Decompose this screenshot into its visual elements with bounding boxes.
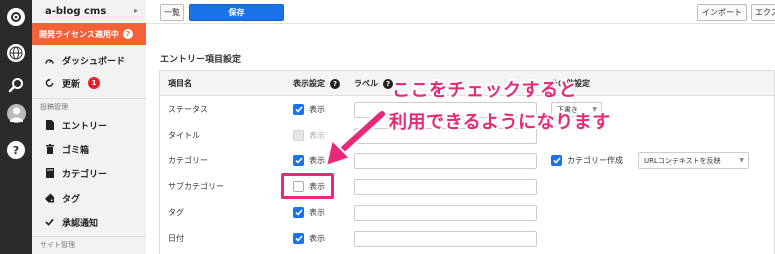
row-name: タイトル bbox=[168, 130, 200, 140]
sidebar-brand[interactable]: a-blog cms ▸ bbox=[32, 0, 146, 23]
trash-icon bbox=[45, 144, 54, 154]
import-button[interactable]: インポート bbox=[697, 4, 747, 21]
col-header-label-label: ラベル bbox=[354, 79, 378, 88]
display-checkbox[interactable] bbox=[293, 103, 304, 115]
row-name: サブカテゴリー bbox=[168, 181, 224, 191]
table-row: カテゴリー 表示 カテゴリー作成 URLコンテキストを反映 ▼ bbox=[160, 147, 774, 173]
brand-name: a-blog cms bbox=[45, 6, 107, 17]
sidebar-item-entry[interactable]: エントリー bbox=[32, 114, 146, 136]
sidebar-item-label: ダッシュボード bbox=[62, 56, 126, 67]
sidebar-item-tag[interactable]: タグ bbox=[32, 187, 146, 209]
display-text: 表示 bbox=[309, 233, 325, 243]
sidebar: a-blog cms ▸ 開発ライセンス適用中 ? ダッシュボード 更新 1 投… bbox=[32, 0, 146, 254]
icon-rail: ? bbox=[0, 0, 32, 254]
category-create-option[interactable]: カテゴリー作成 bbox=[551, 147, 623, 173]
list-button[interactable]: 一覧 bbox=[160, 4, 184, 21]
annotation-highlight-box bbox=[281, 173, 334, 199]
tag-icon bbox=[45, 193, 54, 203]
row-name: タグ bbox=[168, 207, 184, 217]
display-checkbox bbox=[293, 129, 304, 141]
update-count-badge: 1 bbox=[88, 77, 101, 89]
search-icon[interactable] bbox=[7, 76, 25, 94]
display-checkbox[interactable] bbox=[293, 154, 304, 166]
annotation-text-line1: ここをチェックすると bbox=[392, 80, 577, 101]
document-icon bbox=[45, 120, 54, 130]
sidebar-item-label: エントリー bbox=[62, 121, 108, 132]
annotation-text-line2: 利用できるようになります bbox=[389, 112, 611, 133]
annotation-arrow-icon bbox=[325, 108, 388, 167]
save-button[interactable]: 保存 bbox=[189, 4, 284, 21]
sidebar-item-category[interactable]: カテゴリー bbox=[32, 162, 146, 184]
dashboard-icon bbox=[45, 55, 54, 65]
display-text: 表示 bbox=[309, 207, 325, 217]
section-header-posts: 投稿管理 bbox=[32, 98, 146, 114]
sidebar-item-label: タグ bbox=[62, 194, 81, 205]
sidebar-item-update[interactable]: 更新 1 bbox=[32, 72, 146, 94]
toolbar: 一覧 保存 インポート エクス bbox=[146, 0, 775, 24]
label-input[interactable] bbox=[354, 231, 537, 247]
col-header-name: 項目名 bbox=[168, 71, 192, 96]
section-title: エントリー項目設定 bbox=[160, 55, 242, 65]
sidebar-item-label: カテゴリー bbox=[62, 169, 108, 180]
display-checkbox[interactable] bbox=[293, 232, 304, 244]
row-name: 日付 bbox=[168, 233, 184, 243]
logo-icon[interactable] bbox=[7, 8, 25, 26]
chevron-down-icon: ▼ bbox=[739, 157, 744, 164]
license-banner[interactable]: 開発ライセンス適用中 ? bbox=[32, 23, 146, 45]
export-button[interactable]: エクス bbox=[751, 4, 775, 21]
row-name: カテゴリー bbox=[168, 155, 208, 165]
folder-icon bbox=[45, 168, 54, 178]
check-icon bbox=[45, 217, 54, 227]
help-icon[interactable]: ? bbox=[7, 141, 25, 159]
user-avatar-icon[interactable] bbox=[7, 104, 26, 123]
chevron-right-icon: ▸ bbox=[133, 6, 138, 15]
sidebar-item-label: 承認通知 bbox=[62, 218, 99, 229]
sidebar-item-dashboard[interactable]: ダッシュボード bbox=[32, 49, 146, 71]
sidebar-item-label: ゴミ箱 bbox=[62, 145, 90, 156]
col-header-label: ラベル ? bbox=[354, 71, 393, 96]
license-text: 開発ライセンス適用中 bbox=[39, 29, 119, 39]
col-header-display-label: 表示設定 bbox=[293, 79, 325, 88]
col-header-display: 表示設定 ? bbox=[293, 71, 340, 96]
help-icon[interactable]: ? bbox=[122, 29, 133, 39]
help-icon[interactable]: ? bbox=[330, 78, 340, 89]
col-header-name-label: 項目名 bbox=[168, 79, 192, 88]
label-input[interactable] bbox=[354, 205, 537, 221]
url-context-select-value: URLコンテキストを反映 bbox=[644, 156, 721, 165]
sidebar-item-trash[interactable]: ゴミ箱 bbox=[32, 138, 146, 160]
url-context-select[interactable]: URLコンテキストを反映 ▼ bbox=[638, 152, 749, 169]
row-name: ステータス bbox=[168, 104, 208, 114]
table-row: 日付 表示 bbox=[160, 225, 774, 251]
category-create-label: カテゴリー作成 bbox=[567, 155, 623, 165]
label-input[interactable] bbox=[354, 179, 537, 195]
section-header-site: サイト管理 bbox=[32, 236, 146, 252]
refresh-icon bbox=[45, 78, 54, 88]
display-checkbox-label[interactable]: 表示 bbox=[293, 199, 325, 225]
sidebar-item-approval[interactable]: 承認通知 bbox=[32, 211, 146, 233]
display-checkbox[interactable] bbox=[293, 206, 304, 218]
app-window: ? a-blog cms ▸ 開発ライセンス適用中 ? ダッシュボード 更新 1… bbox=[0, 0, 775, 254]
table-row: タグ 表示 bbox=[160, 199, 774, 225]
globe-icon[interactable] bbox=[7, 44, 25, 62]
table-row: サブカテゴリー 表示 bbox=[160, 173, 774, 199]
sidebar-item-label: 更新 bbox=[62, 79, 81, 90]
category-create-checkbox[interactable] bbox=[551, 154, 562, 166]
display-checkbox-label[interactable]: 表示 bbox=[293, 225, 325, 251]
